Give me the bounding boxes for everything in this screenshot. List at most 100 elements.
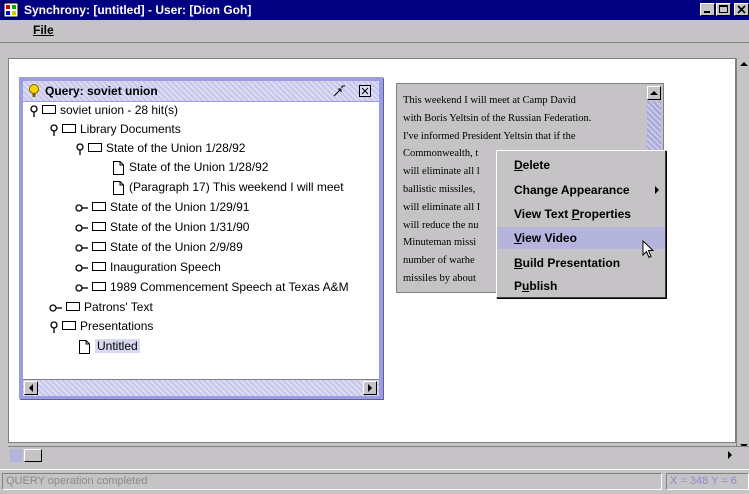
query-tree[interactable]: soviet union - 28 hit(s) Library Document… [23, 103, 379, 379]
tree-folder-item[interactable]: Patrons' Text [49, 300, 153, 314]
tree-item-label: soviet union - 28 hit(s) [60, 103, 179, 117]
menu-item-text: uild Presentation [522, 256, 621, 270]
document-icon [79, 339, 90, 354]
expanded-toggle-icon[interactable] [29, 105, 39, 117]
text-scroll-up-icon[interactable] [647, 86, 661, 100]
context-menu-item[interactable]: Change Appearance [497, 179, 665, 201]
title-bar: Synchrony: [untitled] - User: [Dion Goh] [0, 0, 749, 20]
query-panel[interactable]: Query: soviet union soviet union - 28 hi… [19, 77, 383, 399]
menu-item-text: roperties [579, 207, 631, 221]
document-icon [113, 160, 124, 175]
maximize-icon [719, 5, 728, 13]
close-button[interactable] [734, 3, 749, 16]
tree-folder-item[interactable]: State of the Union 1/29/91 [75, 200, 249, 214]
tree-folder-item[interactable]: 1989 Commencement Speech at Texas A&M [75, 280, 349, 294]
folder-icon [92, 222, 106, 232]
mouse-cursor-icon [642, 240, 655, 259]
query-panel-header[interactable]: Query: soviet union [23, 81, 379, 102]
query-panel-title: Query: soviet union [45, 84, 158, 98]
expanded-toggle-icon[interactable] [49, 124, 59, 136]
scroll-left-icon[interactable] [10, 449, 22, 462]
tree-item-label: State of the Union 1/29/91 [110, 200, 250, 214]
folder-icon [42, 105, 56, 115]
expanded-toggle-icon[interactable] [49, 321, 59, 333]
folder-icon [88, 143, 102, 153]
tree-folder-item[interactable]: State of the Union 1/31/90 [75, 220, 249, 234]
menu-item-mnemonic: P [571, 207, 580, 221]
tree-item-label: State of the Union 1/28/92 [129, 160, 269, 174]
tree-document-item[interactable]: State of the Union 1/28/92 [113, 160, 268, 175]
folder-icon [62, 321, 76, 331]
folder-icon [92, 242, 106, 252]
text-line: I've informed President Yeltsin that if … [403, 130, 576, 142]
tree-folder-item[interactable]: State of the Union 1/28/92 [75, 141, 245, 155]
document-icon [113, 180, 124, 195]
menu-file[interactable]: File [33, 23, 54, 37]
tree-folder-item[interactable]: Presentations [49, 319, 153, 333]
menu-item-text: View Text [514, 207, 572, 221]
context-menu-item[interactable]: Build Presentation [497, 252, 665, 274]
close-panel-icon[interactable] [358, 84, 372, 98]
query-scroll-right-icon[interactable] [363, 381, 377, 395]
menu-item-text: elete [522, 158, 551, 172]
folder-icon [92, 202, 106, 212]
status-bar: QUERY operation completed X = 348 Y = 6 [0, 469, 749, 494]
app-icon [3, 2, 19, 18]
folder-icon [92, 282, 106, 292]
vertical-scrollbar[interactable] [736, 58, 749, 455]
menu-bar: File [0, 20, 749, 43]
context-menu-item[interactable]: View Text Properties [497, 203, 665, 225]
query-hscrollbar[interactable] [23, 379, 379, 396]
minimize-panel-icon[interactable] [332, 84, 346, 98]
menu-item-text: blish [529, 279, 558, 293]
context-menu-item[interactable]: Delete [497, 154, 665, 176]
tree-item-label: Library Documents [80, 122, 181, 136]
tree-folder-item[interactable]: soviet union - 28 hit(s) [29, 103, 178, 117]
text-scroll-thumb[interactable] [647, 101, 661, 156]
tree-folder-item[interactable]: Inauguration Speech [75, 260, 221, 274]
horizontal-scrollbar[interactable] [8, 446, 749, 464]
scroll-right-icon[interactable] [725, 449, 735, 464]
context-menu-item[interactable]: Publish [497, 275, 665, 297]
context-menu-item[interactable]: View Video [497, 227, 665, 249]
scroll-up-icon[interactable] [739, 58, 749, 72]
collapsed-toggle-icon[interactable] [75, 263, 89, 273]
text-line: This weekend I will meet at Camp David [403, 95, 576, 106]
collapsed-toggle-icon[interactable] [75, 283, 89, 293]
collapsed-toggle-icon[interactable] [75, 223, 89, 233]
tree-folder-item[interactable]: State of the Union 2/9/89 [75, 240, 243, 254]
collapsed-toggle-icon[interactable] [75, 243, 89, 253]
tree-document-item[interactable]: Untitled [79, 339, 140, 354]
collapsed-toggle-icon[interactable] [75, 203, 89, 213]
menu-item-text: P [514, 279, 523, 293]
cursor-coordinates: X = 348 Y = 6 [666, 473, 749, 490]
scroll-thumb[interactable] [24, 449, 42, 462]
tree-item-label: Patrons' Text [84, 300, 153, 314]
folder-icon [92, 262, 106, 272]
maximize-button[interactable] [716, 3, 731, 16]
expanded-toggle-icon[interactable] [75, 143, 85, 155]
tree-document-item[interactable]: (Paragraph 17) This weekend I will meet [113, 180, 344, 195]
context-menu[interactable]: Delete Change Appearance View Text Propert… [496, 150, 666, 298]
tree-item-label: State of the Union 2/9/89 [110, 240, 243, 254]
folder-icon [62, 124, 76, 134]
minimize-button[interactable] [700, 3, 715, 16]
menu-item-mnemonic: D [514, 158, 523, 172]
tree-item-label: Untitled [95, 339, 140, 353]
status-message: QUERY operation completed [2, 473, 662, 490]
menu-item-mnemonic: V [514, 231, 522, 245]
tree-item-label: State of the Union 1/28/92 [106, 141, 246, 155]
tree-item-label: State of the Union 1/31/90 [110, 220, 250, 234]
query-scroll-left-icon[interactable] [24, 381, 38, 395]
text-line: with Boris Yeltsin of the Russian Federa… [403, 112, 592, 124]
collapsed-toggle-icon[interactable] [49, 303, 63, 313]
window-title: Synchrony: [untitled] - User: [Dion Goh] [24, 3, 252, 17]
folder-icon [66, 302, 80, 312]
tree-item-label: (Paragraph 17) This weekend I will meet [129, 180, 344, 194]
tree-item-label: Presentations [80, 319, 154, 333]
close-icon [737, 5, 746, 14]
query-icon [29, 84, 39, 97]
submenu-arrow-icon [655, 186, 659, 194]
menu-item-text: Change Appearance [514, 183, 630, 197]
tree-folder-item[interactable]: Library Documents [49, 122, 181, 136]
